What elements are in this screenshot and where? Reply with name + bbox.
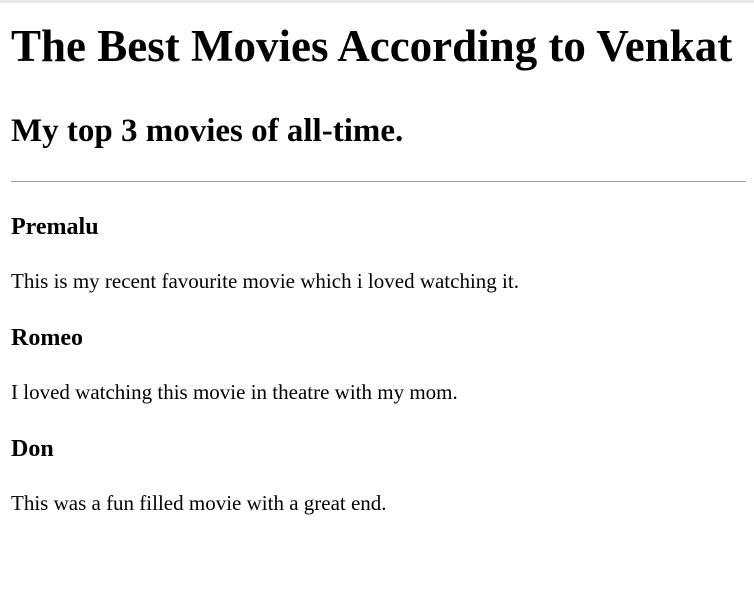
divider: [11, 181, 746, 182]
movie-title: Premalu: [11, 214, 99, 240]
movie-title: Romeo: [11, 325, 83, 351]
movie-item-romeo: Romeo I loved watching this movie in the…: [11, 323, 746, 405]
movie-title: Don: [11, 436, 54, 462]
page-title: The Best Movies According to Venkat: [11, 21, 733, 71]
movie-description: This was a fun filled movie with a great…: [11, 491, 387, 515]
top-border: [0, 0, 754, 3]
movie-item-premalu: Premalu This is my recent favourite movi…: [11, 212, 746, 294]
page-subtitle: My top 3 movies of all-time.: [11, 113, 404, 149]
movie-item-don: Don This was a fun filled movie with a g…: [11, 434, 746, 516]
movie-description: This is my recent favourite movie which …: [11, 269, 519, 293]
movie-description: I loved watching this movie in theatre w…: [11, 380, 458, 404]
page-content: The Best Movies According to Venkat My t…: [0, 19, 754, 516]
